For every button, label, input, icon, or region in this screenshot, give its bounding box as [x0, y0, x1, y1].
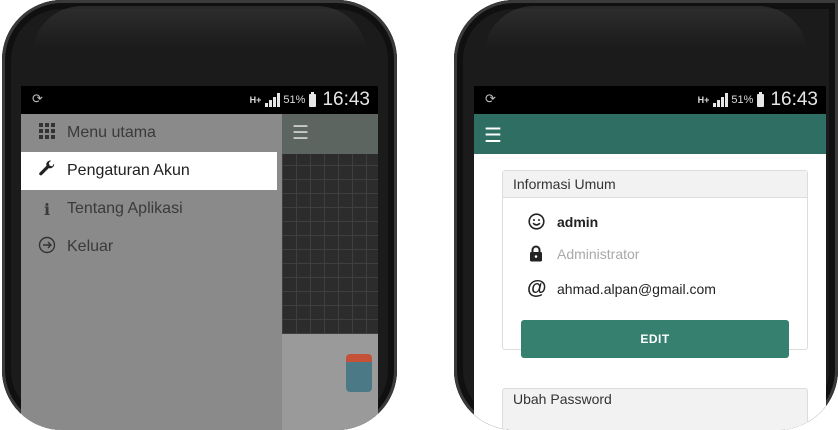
user-name: admin: [557, 214, 599, 230]
signal-icon: [713, 93, 729, 107]
right-phone: ⟳ H+ 51% 16:43 ☰ Informasi Umum admin Ad…: [454, 0, 838, 430]
status-bar: ⟳ H+ 51% 16:43: [474, 86, 826, 114]
network-type: H+: [249, 95, 262, 105]
lock-icon: [527, 245, 545, 263]
info-icon: i: [43, 199, 51, 219]
change-password-card: Ubah Password: [502, 388, 808, 430]
card-title: Informasi Umum: [503, 171, 807, 198]
edit-button[interactable]: EDIT: [521, 320, 789, 358]
battery-icon: [309, 91, 317, 107]
battery-percent: 51%: [731, 94, 754, 106]
app-bar: ☰: [474, 114, 826, 154]
drawer-item-label: Pengaturan Akun: [67, 162, 190, 179]
drawer-item-tentang-aplikasi[interactable]: i Tentang Aplikasi: [21, 190, 277, 228]
user-email-row: @ ahmad.alpan@gmail.com: [527, 277, 716, 300]
left-phone: ⟳ H+ 51% 16:43 ☰ Menu utama Pengaturan A…: [2, 0, 397, 430]
status-bar: ⟳ H+ 51% 16:43: [21, 86, 378, 114]
app-background: ☰ Menu utama Pengaturan Akun i Tentang A…: [21, 114, 378, 430]
drawer-item-label: Menu utama: [67, 124, 156, 141]
user-name-row: admin: [527, 213, 598, 231]
right-screen: ⟳ H+ 51% 16:43 ☰ Informasi Umum admin Ad…: [474, 86, 826, 430]
info-card: Informasi Umum admin Administrator @ ahm…: [502, 170, 808, 358]
grid-icon: [37, 122, 57, 144]
drawer-item-pengaturan-akun[interactable]: Pengaturan Akun: [21, 152, 277, 190]
sync-icon: ⟳: [32, 91, 43, 106]
card-title: Ubah Password: [513, 391, 612, 407]
drawer-item-label: Tentang Aplikasi: [67, 200, 183, 217]
clock: 16:43: [322, 89, 370, 110]
signal-icon: [265, 93, 281, 107]
battery-icon: [757, 91, 765, 107]
book-illustration: [346, 354, 372, 392]
user-role: Administrator: [557, 246, 640, 262]
at-icon: @: [527, 277, 547, 299]
menu-icon[interactable]: ☰: [484, 123, 502, 148]
wrench-icon: [37, 160, 57, 183]
logout-icon: [37, 236, 57, 259]
menu-icon[interactable]: ☰: [292, 122, 309, 145]
sync-icon: ⟳: [485, 91, 496, 106]
user-role-row: Administrator: [527, 245, 639, 263]
drawer-item-menu-utama[interactable]: Menu utama: [21, 114, 277, 152]
smile-icon: [527, 213, 545, 231]
network-type: H+: [697, 95, 710, 105]
app-toolbar: ☰: [282, 114, 378, 154]
battery-percent: 51%: [283, 94, 306, 106]
drawer-item-label: Keluar: [67, 238, 114, 255]
left-screen: ⟳ H+ 51% 16:43 ☰ Menu utama Pengaturan A…: [21, 86, 378, 430]
map-image: [282, 154, 378, 334]
navigation-drawer: Menu utama Pengaturan Akun i Tentang Apl…: [21, 114, 277, 430]
clock: 16:43: [770, 89, 818, 110]
user-email: ahmad.alpan@gmail.com: [557, 280, 716, 297]
drawer-item-keluar[interactable]: Keluar: [21, 228, 277, 266]
